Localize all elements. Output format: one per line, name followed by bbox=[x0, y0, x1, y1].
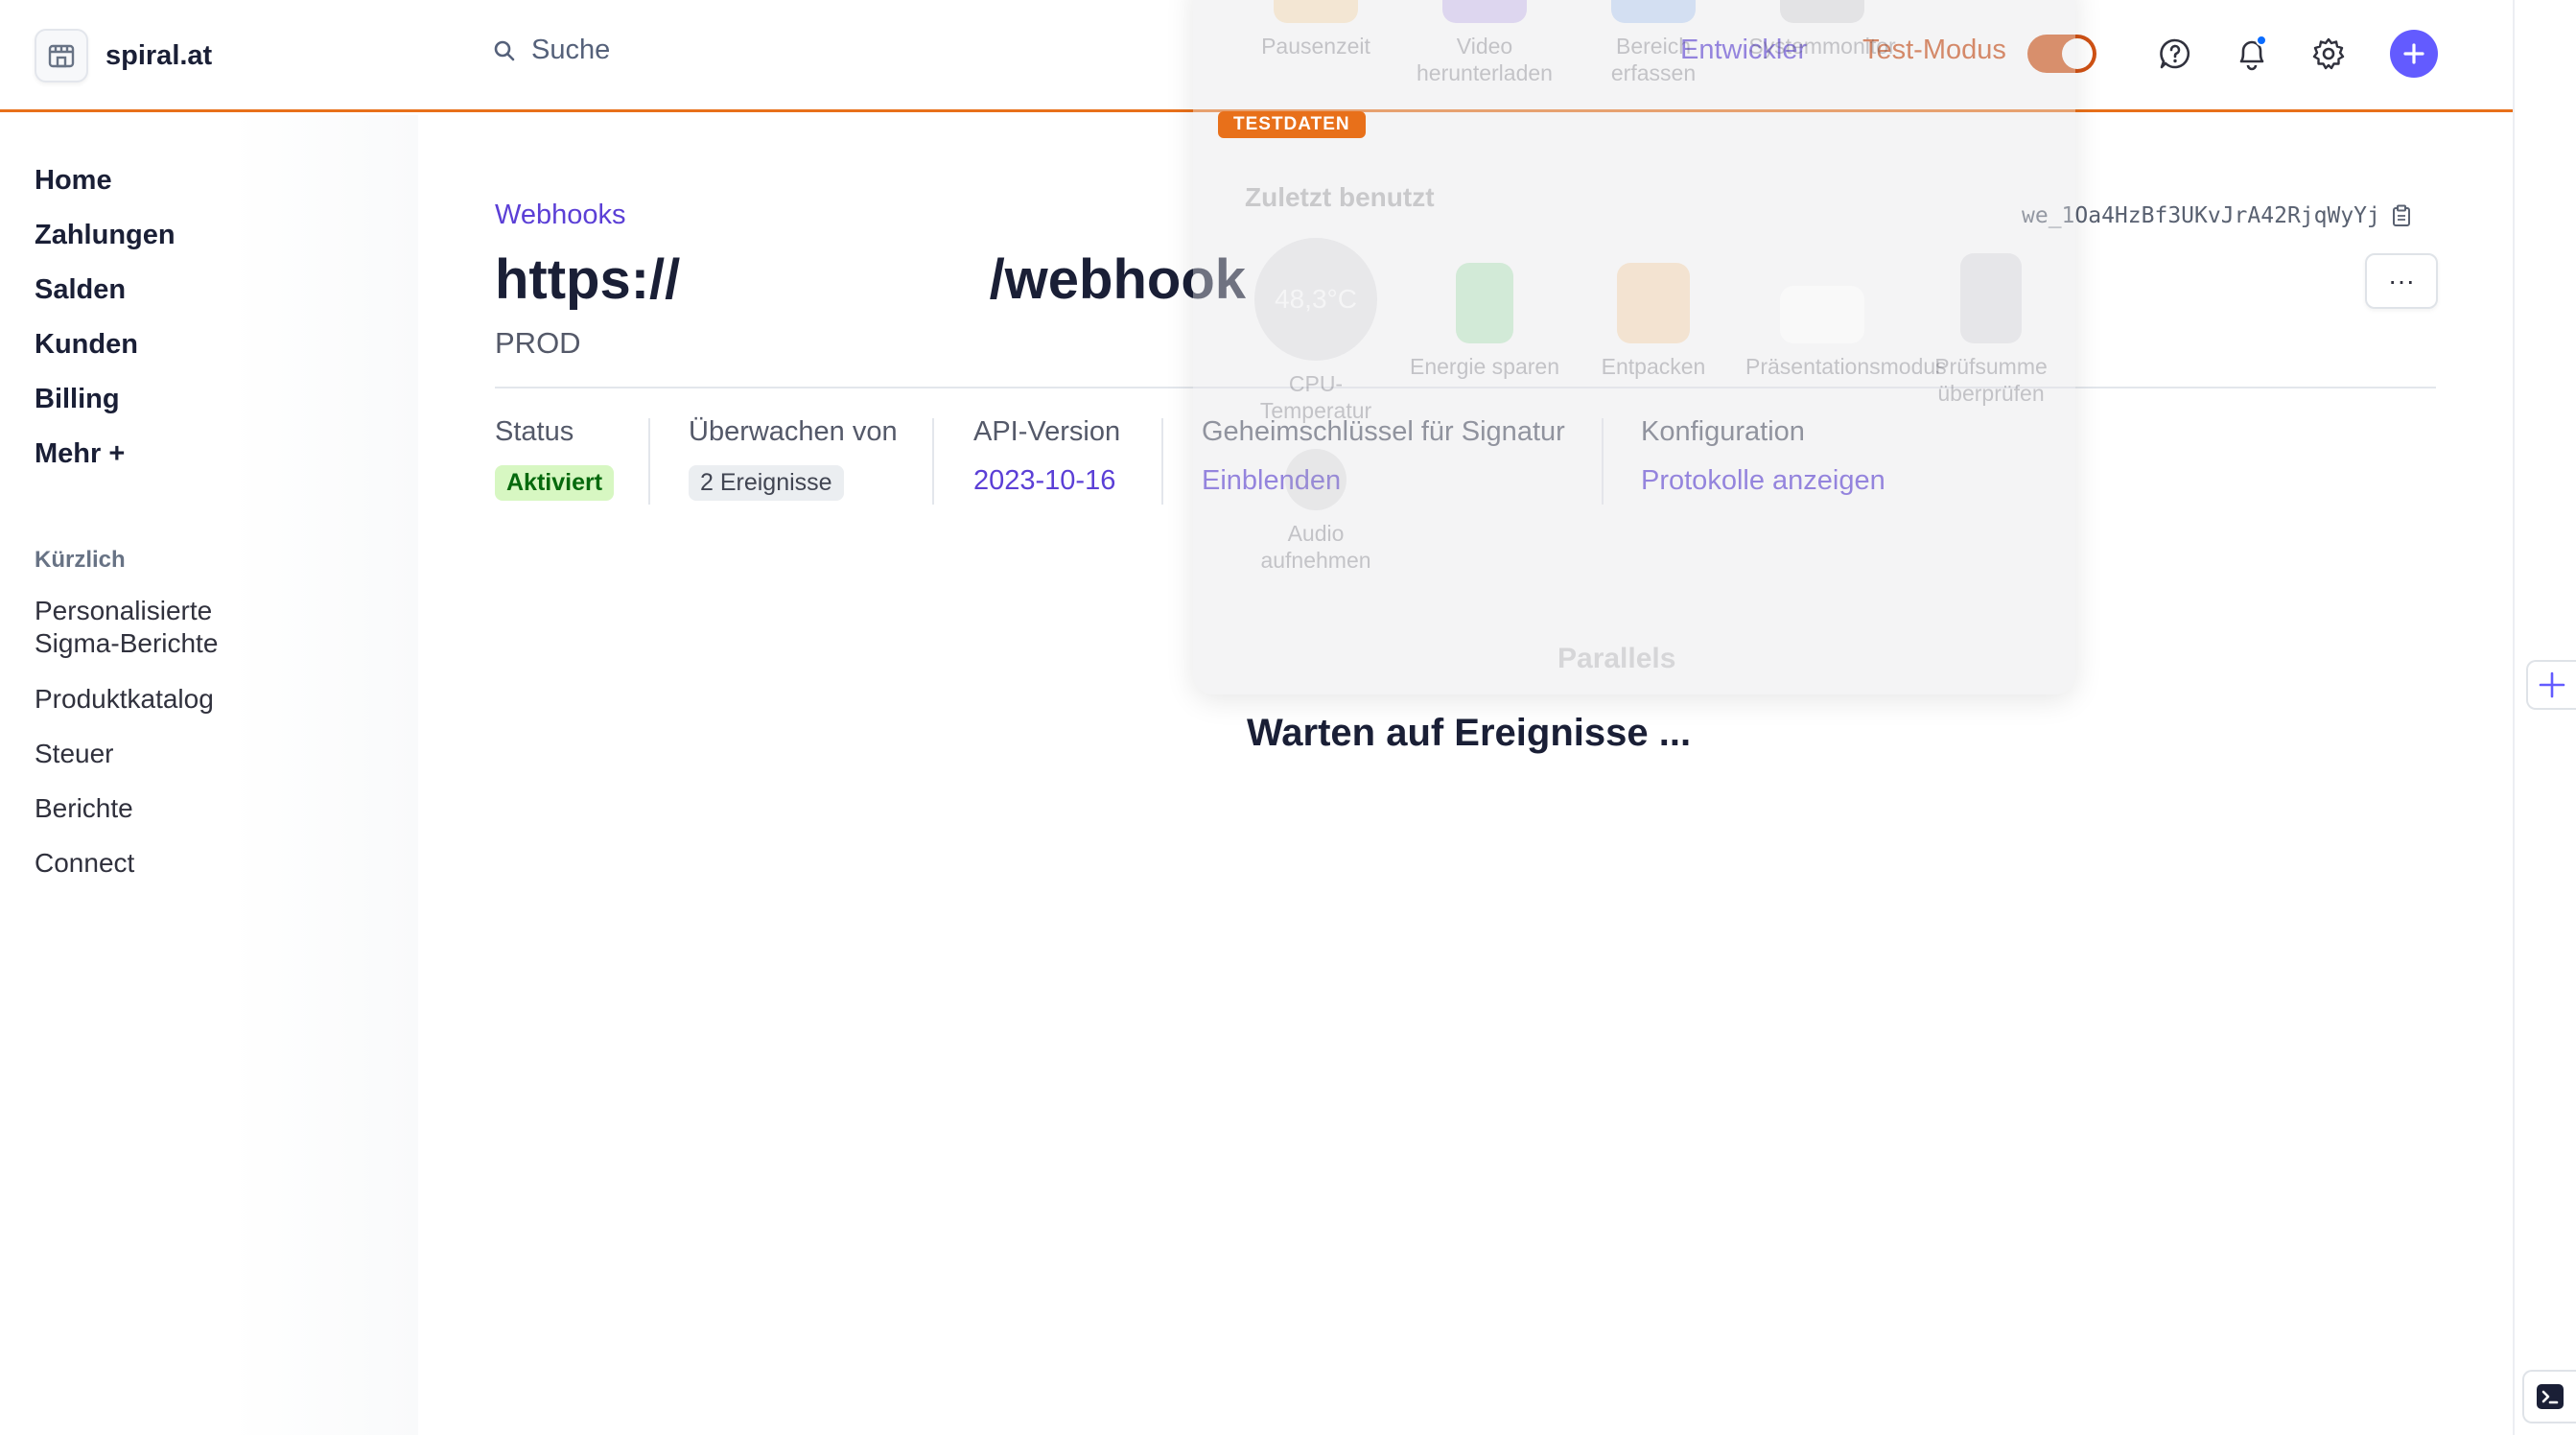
overlay-tile-label: Audio aufnehmen bbox=[1260, 521, 1371, 573]
overlay-tile-system-monitor[interactable]: Systemmonitor bbox=[1745, 0, 1899, 59]
parallels-logo: Parallels bbox=[1557, 643, 1676, 674]
meta-api-label: API-Version bbox=[973, 416, 1121, 447]
video-download-icon bbox=[1442, 0, 1527, 23]
right-rail bbox=[2513, 0, 2576, 1435]
parallels-toolbox-overlay: Pausenzeit Video herunterladen Bereich e… bbox=[1193, 0, 2075, 694]
account-switcher[interactable]: spiral.at bbox=[35, 29, 212, 82]
overlay-tile-label: Prüfsumme überprüfen bbox=[1934, 354, 2048, 406]
recent-item-sigma[interactable]: Personalisierte Sigma-Berichte bbox=[35, 595, 284, 660]
overlay-tile-download-video[interactable]: Video herunterladen bbox=[1408, 0, 1561, 86]
overlay-tile-verify-checksum[interactable]: Prüfsumme überprüfen bbox=[1914, 253, 2068, 407]
overlay-tile-label: Systemmonitor bbox=[1748, 34, 1896, 59]
waiting-for-events-text: Warten auf Ereignisse ... bbox=[1247, 712, 1692, 754]
sidebar-item-billing[interactable]: Billing bbox=[35, 384, 120, 415]
terminal-icon bbox=[2537, 1384, 2564, 1409]
overlay-tile-energy-saver[interactable]: Energie sparen bbox=[1408, 263, 1561, 380]
recent-item-reports[interactable]: Berichte bbox=[35, 792, 133, 825]
events-count-badge[interactable]: 2 Ereignisse bbox=[689, 465, 844, 501]
meta-api-version: API-Version 2023-10-16 bbox=[973, 416, 1120, 508]
meta-listening-label: Überwachen von bbox=[689, 416, 898, 447]
meta-separator bbox=[1161, 418, 1163, 505]
ellipsis-icon: ··· bbox=[2388, 266, 2415, 295]
archive-box-icon bbox=[1617, 263, 1690, 343]
notifications-bell-icon[interactable] bbox=[2233, 35, 2271, 73]
sidebar-item-customers[interactable]: Kunden bbox=[35, 329, 138, 361]
cpu-temp-value: 48,3°C bbox=[1275, 284, 1357, 314]
api-version-link[interactable]: 2023-10-16 bbox=[973, 465, 1120, 497]
page-title: https:// /webhook bbox=[495, 248, 1247, 311]
add-app-button[interactable] bbox=[2526, 660, 2576, 710]
pie-chart-screen-icon bbox=[1780, 286, 1864, 343]
developer-shell-button[interactable] bbox=[2522, 1370, 2576, 1423]
endpoint-description: PROD bbox=[495, 326, 581, 360]
plus-icon bbox=[2403, 43, 2424, 64]
status-badge: Aktiviert bbox=[495, 465, 615, 501]
recent-section-label: Kürzlich bbox=[35, 547, 126, 573]
copy-clipboard-icon[interactable] bbox=[2392, 204, 2411, 227]
notification-dot bbox=[2256, 35, 2267, 46]
test-data-badge: TESTDATEN bbox=[1218, 111, 1366, 138]
recent-item-connect[interactable]: Connect bbox=[35, 847, 134, 880]
account-name: spiral.at bbox=[105, 39, 213, 71]
coffee-cup-icon bbox=[1274, 0, 1358, 23]
overlay-recent-heading: Zuletzt benutzt bbox=[1245, 182, 1435, 212]
search-input[interactable]: Suche bbox=[493, 35, 610, 66]
help-icon[interactable] bbox=[2156, 35, 2194, 73]
sidebar-item-balances[interactable]: Salden bbox=[35, 274, 126, 306]
microphone-icon bbox=[1285, 449, 1347, 510]
breadcrumb-webhooks[interactable]: Webhooks bbox=[495, 200, 626, 231]
meta-separator bbox=[648, 418, 650, 505]
meta-separator bbox=[932, 418, 934, 505]
camera-icon bbox=[1611, 0, 1696, 23]
create-button[interactable] bbox=[2390, 30, 2438, 78]
activity-monitor-icon bbox=[1780, 0, 1864, 23]
battery-bolt-icon bbox=[1456, 263, 1513, 343]
webhook-id: we_1Oa4HzBf3UKvJrA42RjqWyYj bbox=[2022, 203, 2411, 228]
meta-status: Status Aktiviert bbox=[495, 416, 615, 508]
overlay-tile-label: Entpacken bbox=[1601, 354, 1706, 379]
app-root: spiral.at Suche Entwickler Test-Modus Ho… bbox=[0, 0, 2576, 1435]
overlay-tile-record-audio[interactable]: Audio aufnehmen bbox=[1239, 449, 1393, 574]
overlay-tile-capture-area[interactable]: Bereich erfassen bbox=[1577, 0, 1730, 86]
webhook-id-text: we_1Oa4HzBf3UKvJrA42RjqWyYj bbox=[2022, 203, 2380, 228]
more-actions-button[interactable]: ··· bbox=[2365, 253, 2438, 309]
overlay-tile-presentation-mode[interactable]: Präsentationsmodus bbox=[1745, 263, 1947, 380]
overlay-tile-label: CPU-Temperatur bbox=[1259, 371, 1372, 423]
overlay-tile-label: Energie sparen bbox=[1410, 354, 1559, 379]
overlay-tile-label: Pausenzeit bbox=[1261, 34, 1370, 59]
overlay-tile-break-time[interactable]: Pausenzeit bbox=[1239, 0, 1393, 59]
document-check-icon bbox=[1960, 253, 2022, 343]
settings-gear-icon[interactable] bbox=[2309, 35, 2348, 73]
overlay-tile-cpu-temperature[interactable]: 48,3°C CPU-Temperatur bbox=[1239, 238, 1393, 424]
sidebar-item-payments[interactable]: Zahlungen bbox=[35, 220, 176, 251]
plus-icon bbox=[2539, 671, 2565, 698]
recent-item-tax[interactable]: Steuer bbox=[35, 738, 114, 770]
thermometer-icon: 48,3°C bbox=[1254, 238, 1377, 361]
recent-item-product-catalog[interactable]: Produktkatalog bbox=[35, 683, 214, 716]
sidebar: Home Zahlungen Salden Kunden Billing Meh… bbox=[0, 115, 418, 1435]
sidebar-item-more[interactable]: Mehr + bbox=[35, 438, 125, 470]
store-icon bbox=[35, 29, 88, 82]
overlay-tile-unarchive[interactable]: Entpacken bbox=[1577, 263, 1730, 380]
search-icon bbox=[494, 40, 515, 60]
overlay-tile-label: Bereich erfassen bbox=[1610, 34, 1697, 85]
meta-status-label: Status bbox=[495, 416, 574, 447]
sidebar-item-home[interactable]: Home bbox=[35, 165, 112, 197]
overlay-tile-label: Video herunterladen bbox=[1417, 34, 1553, 85]
meta-listening: Überwachen von 2 Ereignisse bbox=[689, 416, 898, 508]
search-placeholder: Suche bbox=[531, 35, 611, 65]
